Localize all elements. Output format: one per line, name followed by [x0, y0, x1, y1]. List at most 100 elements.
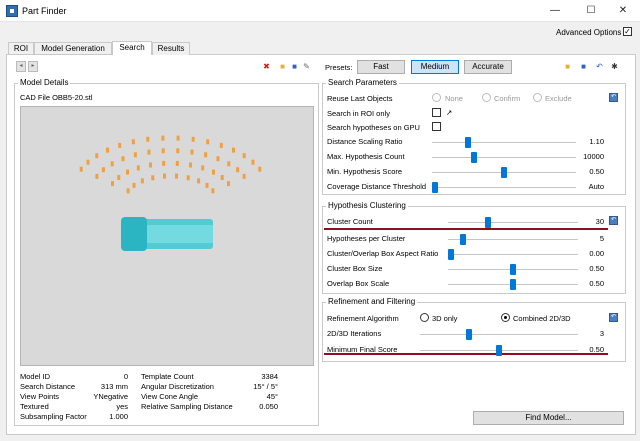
cluster-overlap-box-aspect-ratio-slider-track[interactable] — [448, 254, 578, 255]
overlap-box-scale-value: 0.50 — [589, 279, 604, 288]
cluster-reset-icon[interactable]: ↶ — [609, 216, 618, 225]
point-18 — [110, 161, 114, 167]
point-26 — [216, 156, 220, 162]
distance-scaling-ratio-value: 1.10 — [589, 137, 604, 146]
point-51 — [211, 188, 215, 194]
roi-only-checkbox[interactable] — [432, 108, 441, 117]
info-label-search-distance: Search Distance — [20, 382, 76, 391]
save-icon[interactable]: ■ — [290, 62, 299, 71]
folder-open-icon[interactable]: ■ — [278, 62, 287, 71]
next-model-button[interactable]: ▸ — [28, 61, 38, 72]
overlap-box-scale-slider-thumb[interactable] — [510, 279, 516, 290]
point-30 — [111, 181, 114, 187]
point-16 — [95, 173, 99, 179]
load-preset-icon[interactable]: ■ — [563, 62, 572, 71]
min-hypothesis-score-slider-thumb[interactable] — [501, 167, 507, 178]
cluster-count-slider-thumb[interactable] — [485, 217, 492, 228]
point-14 — [251, 159, 255, 165]
reuse-exclude-radio[interactable] — [533, 93, 542, 102]
hypotheses-per-cluster-slider-thumb[interactable] — [460, 234, 467, 245]
point-34 — [149, 162, 152, 168]
point-33 — [136, 165, 140, 171]
point-3 — [106, 147, 109, 153]
refinement-3d-only-radio[interactable] — [420, 313, 429, 322]
max-hypothesis-count-slider-thumb[interactable] — [470, 152, 477, 163]
tool-icon[interactable]: ✎ — [302, 62, 311, 71]
info-value-model-id: 0 — [123, 372, 128, 381]
cluster-box-size-label: Cluster Box Size — [327, 264, 383, 273]
cluster-overlap-box-aspect-ratio-value: 0.00 — [589, 249, 604, 258]
point-23 — [176, 148, 180, 154]
minimum-final-score-slider-thumb[interactable] — [496, 345, 502, 356]
title-bar: Part Finder — ☐ ✕ — [0, 0, 640, 22]
model-viewport[interactable] — [20, 106, 314, 366]
screw-model — [121, 217, 213, 251]
coverage-distance-threshold-label: Coverage Distance Threshold — [327, 182, 427, 191]
point-9 — [191, 136, 195, 142]
2d-3d-iterations-slider-thumb[interactable] — [465, 329, 472, 340]
gpu-checkbox[interactable] — [432, 122, 441, 131]
point-15 — [258, 166, 262, 172]
max-hypothesis-count-slider-track[interactable] — [432, 157, 576, 158]
point-49 — [197, 178, 201, 184]
gpu-label: Search hypotheses on GPU — [327, 123, 420, 132]
save-preset-icon[interactable]: ■ — [579, 62, 588, 71]
undo-icon[interactable]: ↶ — [595, 62, 604, 71]
coverage-distance-threshold-value: Auto — [588, 182, 604, 191]
preset-accurate-button[interactable]: Accurate — [464, 60, 512, 74]
refinement-title: Refinement and Filtering — [326, 297, 418, 306]
tab-results[interactable]: Results — [152, 42, 190, 55]
preset-medium-button[interactable]: Medium — [411, 60, 459, 74]
point-cloud — [79, 135, 262, 251]
cluster-overlap-box-aspect-ratio-slider-thumb[interactable] — [448, 249, 454, 260]
delete-icon[interactable]: ✖ — [262, 62, 271, 71]
hypotheses-per-cluster-slider-track[interactable] — [448, 239, 578, 240]
minimum-final-score-value: 0.50 — [589, 345, 604, 354]
reuse-none-label: None — [445, 94, 463, 103]
refinement-reset-icon[interactable]: ↶ — [609, 313, 618, 322]
distance-scaling-ratio-slider-track[interactable] — [432, 142, 576, 143]
point-47 — [175, 173, 178, 179]
find-model-button[interactable]: Find Model... — [473, 411, 624, 425]
info-value-search-distance: 313 mm — [100, 382, 128, 391]
refinement-algorithm-label: Refinement Algorithm — [327, 314, 399, 323]
info-label-template-count: Template Count — [141, 372, 194, 381]
point-40 — [220, 175, 224, 180]
maximize-button[interactable]: ☐ — [574, 0, 608, 22]
tab-search[interactable]: Search — [112, 41, 152, 55]
cluster-count-highlight — [324, 228, 608, 230]
advanced-options-label: Advanced Options — [556, 28, 622, 37]
coverage-distance-threshold-slider-thumb[interactable] — [432, 182, 438, 193]
reuse-confirm-radio[interactable] — [482, 93, 491, 102]
hypotheses-per-cluster-value: 5 — [599, 234, 604, 243]
cluster-count-slider-track[interactable] — [448, 222, 578, 223]
point-11 — [219, 142, 223, 148]
reuse-last-objects-label: Reuse Last Objects — [327, 94, 393, 103]
advanced-options-checkbox[interactable]: ✓ — [623, 27, 632, 36]
point-22 — [161, 148, 165, 154]
point-45 — [151, 175, 155, 181]
info-label-model-id: Model ID — [20, 372, 51, 381]
refinement-3d-only-label: 3D only — [432, 314, 458, 323]
2d-3d-iterations-slider-track[interactable] — [420, 334, 578, 335]
preset-fast-button[interactable]: Fast — [357, 60, 405, 74]
pin-icon[interactable]: ✱ — [610, 62, 619, 71]
reuse-reset-icon[interactable]: ↶ — [609, 93, 618, 102]
max-hypothesis-count-value: 10000 — [583, 152, 604, 161]
prev-model-button[interactable]: ◂ — [16, 61, 26, 72]
reuse-none-radio[interactable] — [432, 93, 441, 102]
info-label-textured: Textured — [20, 402, 49, 411]
info-value-textured: yes — [116, 402, 128, 411]
point-29 — [242, 173, 246, 179]
info-label-angular: Angular Discretization — [141, 382, 214, 391]
roi-only-label: Search in ROI only — [327, 109, 390, 118]
coverage-distance-threshold-slider-track[interactable] — [432, 187, 576, 188]
minimize-button[interactable]: — — [538, 0, 572, 22]
close-button[interactable]: ✕ — [606, 0, 640, 22]
point-1 — [86, 159, 90, 165]
refinement-combined-radio[interactable] — [501, 313, 510, 322]
cluster-count-value: 30 — [595, 217, 604, 226]
cluster-box-size-slider-thumb[interactable] — [510, 264, 516, 275]
min-hypothesis-score-value: 0.50 — [589, 167, 604, 176]
distance-scaling-ratio-slider-thumb[interactable] — [465, 137, 472, 148]
